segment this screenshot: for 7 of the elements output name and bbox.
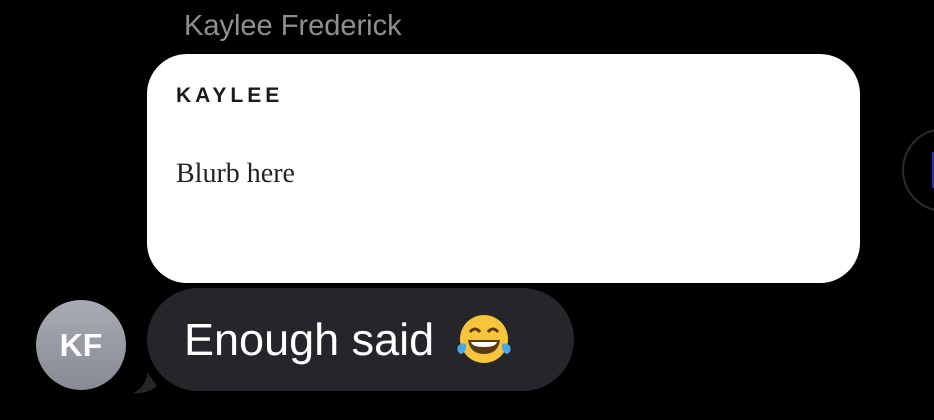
sender-name: Kaylee Frederick xyxy=(184,10,403,44)
bubble-tail xyxy=(133,372,157,394)
avatar: KF xyxy=(36,300,126,390)
card-text: Blurb here xyxy=(176,158,296,190)
card-title: KAYLEE xyxy=(176,84,284,108)
link-preview-card[interactable]: KAYLEE Blurb here xyxy=(147,54,860,283)
message-text: Enough said xyxy=(184,314,434,366)
